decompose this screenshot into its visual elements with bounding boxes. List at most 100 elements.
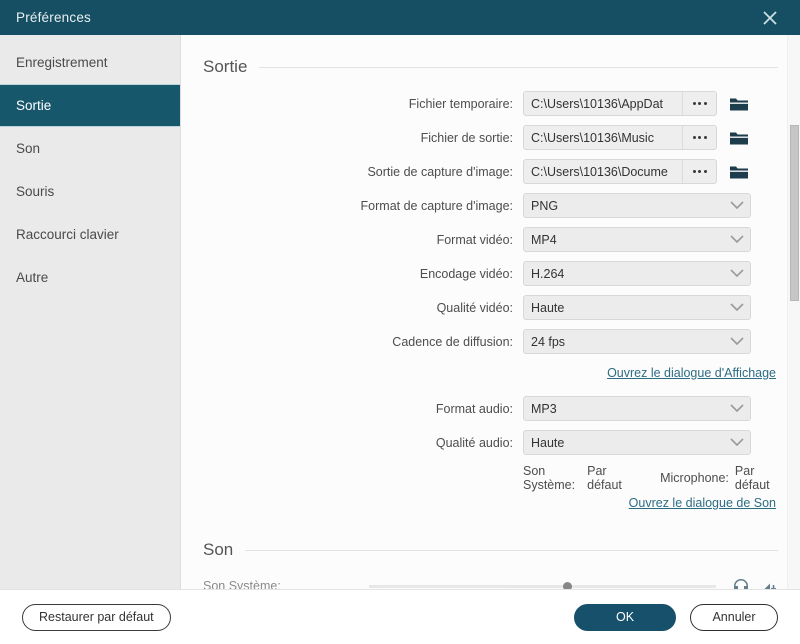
- sidebar-item-enregistrement[interactable]: Enregistrement: [0, 41, 180, 84]
- sidebar-item-souris[interactable]: Souris: [0, 170, 180, 213]
- field-label: Fichier temporaire:: [408, 96, 513, 111]
- section-title: Son: [203, 540, 234, 559]
- preferences-window: Préférences Enregistrement Sortie Son So…: [0, 0, 800, 644]
- field-label: Cadence de diffusion:: [392, 334, 513, 349]
- sidebar-item-label: Enregistrement: [16, 55, 108, 70]
- select-encodage-video[interactable]: H.264: [523, 261, 751, 286]
- ok-button[interactable]: OK: [574, 603, 676, 631]
- folder-icon: [730, 132, 748, 144]
- system-sound-label: Son Système:: [523, 464, 576, 492]
- field-label: Sortie de capture d'image:: [367, 164, 513, 179]
- field-row-sortie-capture-image: Sortie de capture d'image: C:\Users\1013…: [203, 159, 778, 184]
- field-row-qualite-video: Qualité vidéo: Haute: [203, 295, 778, 320]
- volume-slider-thumb[interactable]: [563, 581, 573, 589]
- field-row-format-video: Format vidéo: MP4: [203, 227, 778, 252]
- field-label: Format de capture d'image:: [360, 198, 513, 213]
- section-divider: [259, 66, 778, 68]
- open-folder-button[interactable]: [729, 164, 749, 180]
- microphone-value: Par défaut: [734, 464, 770, 492]
- sidebar-item-label: Raccourci clavier: [16, 227, 119, 242]
- display-dialog-link-row: Ouvrez le dialogue d'Affichage: [203, 366, 778, 380]
- field-label: Qualité audio:: [435, 435, 513, 450]
- chevron-down-icon: [724, 404, 750, 413]
- chevron-down-icon: [724, 201, 750, 210]
- select-format-capture-image[interactable]: PNG: [523, 193, 751, 218]
- select-value: MP4: [531, 232, 557, 247]
- field-row-fichier-de-sortie: Fichier de sortie: C:\Users\10136\Music: [203, 125, 778, 150]
- dialog-footer: Restaurer par défaut OK Annuler: [0, 589, 800, 644]
- chevron-down-icon: [724, 235, 750, 244]
- field-row-encodage-video: Encodage vidéo: H.264: [203, 261, 778, 286]
- open-display-dialog-link[interactable]: Ouvrez le dialogue d'Affichage: [607, 366, 776, 380]
- field-label: Encodage vidéo:: [419, 266, 513, 281]
- content-area: Sortie Fichier temporaire: C:\Users\1013…: [181, 35, 800, 589]
- path-value: C:\Users\10136\AppDat: [531, 96, 664, 111]
- select-value: Haute: [531, 300, 565, 315]
- select-qualite-video[interactable]: Haute: [523, 295, 751, 320]
- section-header-sortie: Sortie: [203, 57, 778, 77]
- select-format-audio[interactable]: MP3: [523, 396, 751, 421]
- open-folder-button[interactable]: [729, 130, 749, 146]
- sidebar-item-label: Souris: [16, 184, 55, 199]
- path-input-fichier-temporaire[interactable]: C:\Users\10136\AppDat: [523, 91, 717, 116]
- browse-dots-button[interactable]: [682, 92, 716, 115]
- field-label: Fichier de sortie:: [420, 130, 513, 145]
- folder-icon: [730, 98, 748, 110]
- chevron-down-icon: [724, 303, 750, 312]
- select-cadence-diffusion[interactable]: 24 fps: [523, 329, 751, 354]
- sound-icon-group: [732, 578, 778, 589]
- sidebar-item-label: Autre: [16, 270, 49, 285]
- scrollbar-thumb[interactable]: [790, 125, 799, 301]
- field-row-son-systeme: Son Système:: [203, 574, 778, 589]
- field-row-qualite-audio: Qualité audio: Haute: [203, 430, 778, 455]
- select-value: PNG: [531, 198, 559, 213]
- close-button[interactable]: [748, 0, 792, 35]
- sound-dialog-link-row: Ouvrez le dialogue de Son: [203, 496, 778, 510]
- section-title: Sortie: [203, 57, 248, 76]
- cancel-button[interactable]: Annuler: [690, 603, 778, 631]
- open-folder-button[interactable]: [729, 96, 749, 112]
- select-qualite-audio[interactable]: Haute: [523, 430, 751, 455]
- browse-dots-button[interactable]: [682, 160, 716, 183]
- sidebar-item-sortie[interactable]: Sortie: [0, 84, 180, 127]
- sidebar-item-label: Sortie: [16, 98, 52, 113]
- sidebar: Enregistrement Sortie Son Souris Raccour…: [0, 35, 181, 589]
- field-row-format-audio: Format audio: MP3: [203, 396, 778, 421]
- chevron-down-icon: [724, 438, 750, 447]
- section-header-son: Son: [203, 540, 778, 560]
- select-value: MP3: [531, 401, 557, 416]
- field-label: Format audio:: [435, 401, 513, 416]
- volume-slider[interactable]: [369, 581, 716, 589]
- restore-defaults-button[interactable]: Restaurer par défaut: [22, 603, 171, 631]
- folder-icon: [730, 166, 748, 178]
- microphone-label: Microphone:: [660, 471, 729, 485]
- select-format-video[interactable]: MP4: [523, 227, 751, 252]
- path-input-fichier-de-sortie[interactable]: C:\Users\10136\Music: [523, 125, 717, 150]
- speaker-icon[interactable]: [760, 578, 778, 589]
- field-label: Qualité vidéo:: [436, 300, 513, 315]
- field-row-fichier-temporaire: Fichier temporaire: C:\Users\10136\AppDa…: [203, 91, 778, 116]
- field-row-cadence-diffusion: Cadence de diffusion: 24 fps: [203, 329, 778, 354]
- sidebar-item-son[interactable]: Son: [0, 127, 180, 170]
- chevron-down-icon: [724, 269, 750, 278]
- system-sound-value: Par défaut: [587, 464, 622, 492]
- window-title: Préférences: [16, 10, 91, 25]
- device-defaults-row: Son Système: Par défaut Microphone: Par …: [203, 464, 778, 492]
- field-label: Format vidéo:: [436, 232, 513, 247]
- vertical-scrollbar[interactable]: [787, 35, 800, 589]
- titlebar: Préférences: [0, 0, 800, 35]
- path-value: C:\Users\10136\Docume: [531, 164, 668, 179]
- browse-dots-button[interactable]: [682, 126, 716, 149]
- sidebar-item-label: Son: [16, 141, 41, 156]
- sidebar-item-autre[interactable]: Autre: [0, 256, 180, 299]
- open-sound-dialog-link[interactable]: Ouvrez le dialogue de Son: [629, 496, 776, 510]
- headphone-icon[interactable]: [732, 578, 750, 589]
- select-value: 24 fps: [531, 334, 566, 349]
- select-value: Haute: [531, 435, 565, 450]
- footer-actions: OK Annuler: [574, 603, 778, 631]
- sidebar-item-raccourci-clavier[interactable]: Raccourci clavier: [0, 213, 180, 256]
- close-icon: [763, 10, 777, 25]
- path-input-sortie-capture-image[interactable]: C:\Users\10136\Docume: [523, 159, 717, 184]
- chevron-down-icon: [724, 337, 750, 346]
- settings-panel: Sortie Fichier temporaire: C:\Users\1013…: [181, 35, 800, 589]
